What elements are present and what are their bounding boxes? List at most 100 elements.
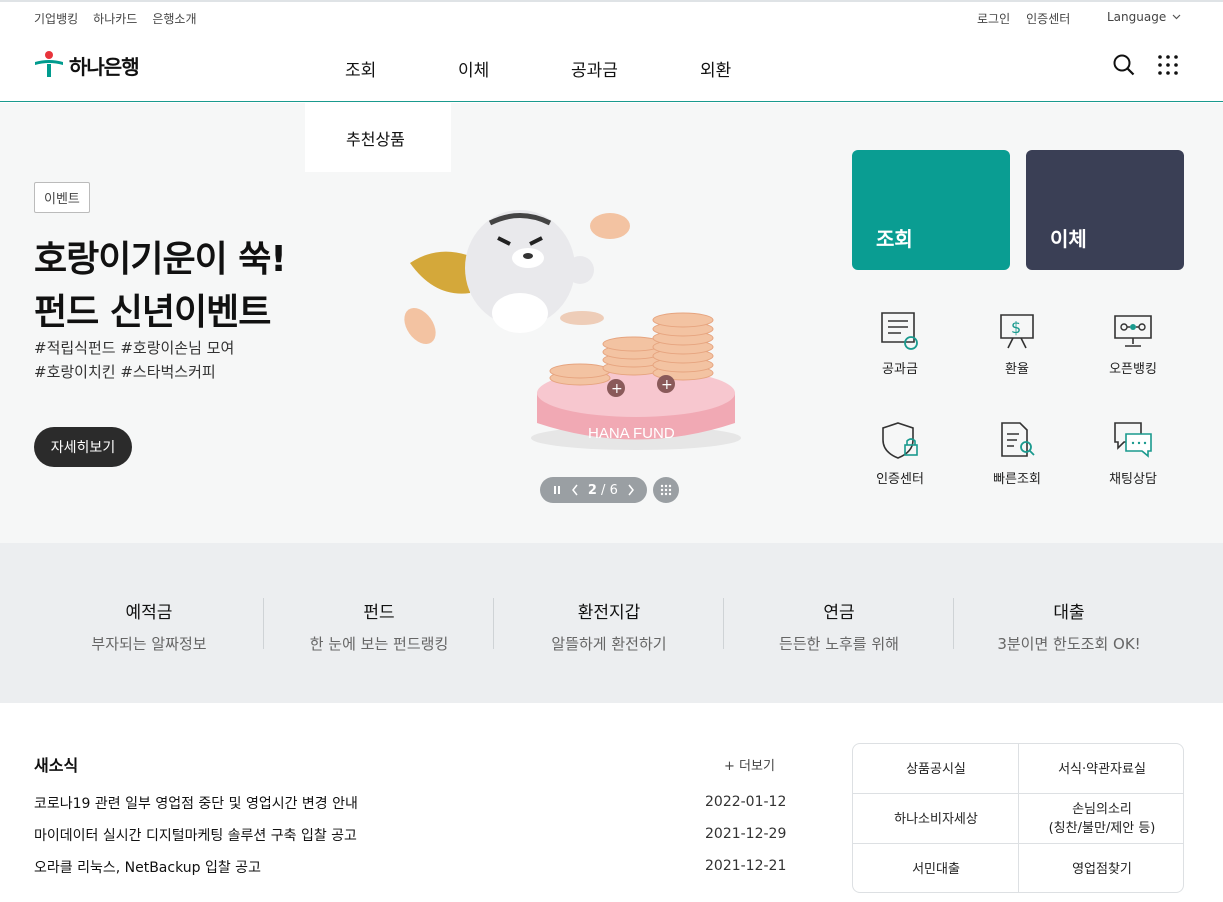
menu-dropdown: 추천상품: [305, 102, 451, 172]
link-product-notice[interactable]: 상품공시실: [853, 744, 1019, 794]
category-title: 대출: [1053, 603, 1085, 623]
document-search-icon: [1001, 422, 1035, 457]
quick-chat-consult[interactable]: 채팅상담: [1083, 420, 1183, 487]
category-title: 예적금: [125, 603, 173, 623]
news-item[interactable]: 코로나19 관련 일부 영업점 중단 및 영업시간 변경 안내: [34, 793, 358, 813]
menu-foreign-exchange[interactable]: 외환: [700, 56, 731, 81]
top-border: [0, 0, 1223, 2]
menu-utility-bills[interactable]: 공과금: [571, 56, 618, 81]
utility-bar: 기업뱅킹 하나카드 은행소개 로그인 인증센터 Language: [0, 10, 1223, 26]
svg-text:$: $: [1011, 318, 1021, 337]
quick-open-banking-label: 오픈뱅킹: [1109, 362, 1157, 377]
category-title: 펀드: [363, 603, 395, 623]
next-arrow-icon[interactable]: [627, 484, 635, 496]
svg-text:+: +: [611, 381, 623, 397]
hero-title-line1: 호랑이기운이 쑥!: [34, 239, 287, 280]
quick-tile-inquiry-label: 조회: [876, 227, 913, 251]
carousel-pager: 2 / 6: [540, 477, 647, 503]
quick-open-banking[interactable]: 오픈뱅킹: [1083, 310, 1183, 377]
chat-bubble-icon: [1114, 422, 1152, 458]
language-select[interactable]: Language: [1107, 10, 1181, 24]
main-header: 하나은행 조회 이체 공과금 외환: [0, 38, 1223, 102]
pedestal-label: HANA FUND: [588, 425, 675, 442]
quick-chat-consult-label: 채팅상담: [1109, 472, 1157, 487]
dropdown-recommended-products[interactable]: 추천상품: [346, 126, 405, 150]
logo[interactable]: 하나은행: [33, 50, 140, 80]
category-subtitle: 부자되는 알짜정보: [91, 635, 207, 653]
category-fund[interactable]: 펀드 한 눈에 보는 펀드랭킹: [264, 598, 494, 654]
quick-links-grid: 상품공시실 서식·약관자료실 하나소비자세상 손님의소리 (칭찬/불만/제안 등…: [852, 743, 1184, 893]
hero-hashtags: #적립식펀드 #호랑이손님 모여 #호랑이치킨 #스타벅스커피: [34, 336, 234, 384]
quick-exchange-rate[interactable]: $ 환율: [967, 310, 1067, 377]
hero-banner: 이벤트 호랑이기운이 쑥! 펀드 신년이벤트 #적립식펀드 #호랑이손님 모여 …: [0, 103, 1223, 543]
category-title: 연금: [823, 603, 855, 623]
category-subtitle: 알뜰하게 환전하기: [551, 635, 667, 653]
category-band: 예적금 부자되는 알짜정보 펀드 한 눈에 보는 펀드랭킹 환전지갑 알뜰하게 …: [0, 543, 1223, 703]
quick-tile-inquiry[interactable]: 조회: [852, 150, 1010, 270]
link-customer-voice[interactable]: 손님의소리 (칭찬/불만/제안 등): [1019, 794, 1183, 844]
exchange-rate-icon: $: [1000, 314, 1034, 349]
quick-tile-transfer-label: 이체: [1050, 227, 1087, 251]
shield-lock-icon: [882, 422, 918, 459]
link-consumer-world[interactable]: 하나소비자세상: [853, 794, 1019, 844]
pause-icon[interactable]: [552, 485, 562, 495]
tiger-fund-illustration: HANA FUND + +: [404, 210, 741, 450]
grid-icon: [660, 484, 672, 496]
category-subtitle: 3분이면 한도조회 OK!: [997, 635, 1141, 653]
hero-tags-line2: #호랑이치킨 #스타벅스커피: [34, 363, 216, 381]
all-menu-icon[interactable]: [1157, 54, 1179, 76]
language-label: Language: [1107, 10, 1167, 24]
customer-voice-title: 손님의소리: [1072, 802, 1132, 817]
search-icon[interactable]: [1113, 54, 1135, 76]
quick-fast-inquiry-label: 빠른조회: [993, 472, 1041, 487]
news-date: 2021-12-21: [705, 858, 787, 874]
chevron-down-icon: [1172, 14, 1181, 20]
category-exchange-wallet[interactable]: 환전지갑 알뜰하게 환전하기: [494, 598, 724, 654]
prev-arrow-icon[interactable]: [571, 484, 579, 496]
hero-tags-line1: #적립식펀드 #호랑이손님 모여: [34, 339, 235, 357]
quick-fast-inquiry[interactable]: 빠른조회: [967, 420, 1067, 487]
category-subtitle: 든든한 노후를 위해: [779, 635, 899, 653]
logo-text: 하나은행: [69, 54, 140, 79]
news-item[interactable]: 마이데이터 실시간 디지털마케팅 솔루션 구축 입찰 공고: [34, 825, 357, 845]
event-badge: 이벤트: [34, 182, 90, 213]
hana-logo-icon: [35, 51, 63, 77]
quick-utility-bills-label: 공과금: [882, 362, 918, 377]
login-link[interactable]: 로그인: [977, 10, 1010, 27]
news-more-link[interactable]: + 더보기: [724, 755, 775, 774]
quick-tile-transfer[interactable]: 이체: [1026, 150, 1184, 270]
menu-inquiry[interactable]: 조회: [345, 56, 376, 81]
category-loan[interactable]: 대출 3분이면 한도조회 OK!: [954, 598, 1184, 654]
link-forms-terms[interactable]: 서식·약관자료실: [1019, 744, 1183, 794]
util-link-about[interactable]: 은행소개: [152, 10, 196, 27]
customer-voice-sub: (칭찬/불만/제안 등): [1048, 821, 1156, 836]
category-deposit[interactable]: 예적금 부자되는 알짜정보: [34, 598, 264, 654]
util-link-corporate[interactable]: 기업뱅킹: [34, 10, 78, 27]
hero-title-line2: 펀드 신년이벤트: [34, 292, 271, 333]
open-banking-icon: [1114, 315, 1152, 347]
news-item[interactable]: 오라클 리눅스, NetBackup 입찰 공고: [34, 857, 261, 877]
svg-text:+: +: [661, 377, 673, 393]
link-find-branch[interactable]: 영업점찾기: [1019, 844, 1183, 892]
pager-total: 6: [609, 482, 618, 498]
detail-button[interactable]: 자세히보기: [34, 427, 132, 467]
carousel-all-button[interactable]: [653, 477, 679, 503]
news-section-title: 새소식: [34, 756, 79, 775]
quick-cert-center-label: 인증센터: [876, 472, 924, 487]
quick-cert-center[interactable]: 인증센터: [850, 420, 950, 487]
pager-count: 2 / 6: [587, 482, 618, 498]
news-date: 2022-01-12: [705, 794, 787, 810]
hero-title: 호랑이기운이 쑥! 펀드 신년이벤트: [34, 233, 287, 339]
pager-current: 2: [587, 482, 597, 498]
menu-transfer[interactable]: 이체: [458, 56, 489, 81]
quick-exchange-rate-label: 환율: [1005, 362, 1029, 377]
category-subtitle: 한 눈에 보는 펀드랭킹: [309, 635, 449, 653]
cert-center-link[interactable]: 인증센터: [1026, 10, 1070, 27]
quick-utility-bills[interactable]: 공과금: [850, 310, 950, 377]
category-pension[interactable]: 연금 든든한 노후를 위해: [724, 598, 954, 654]
news-date: 2021-12-29: [705, 826, 787, 842]
utility-bill-icon: [881, 312, 918, 350]
link-low-income-loan[interactable]: 서민대출: [853, 844, 1019, 892]
util-link-card[interactable]: 하나카드: [93, 10, 137, 27]
category-title: 환전지갑: [577, 603, 641, 623]
